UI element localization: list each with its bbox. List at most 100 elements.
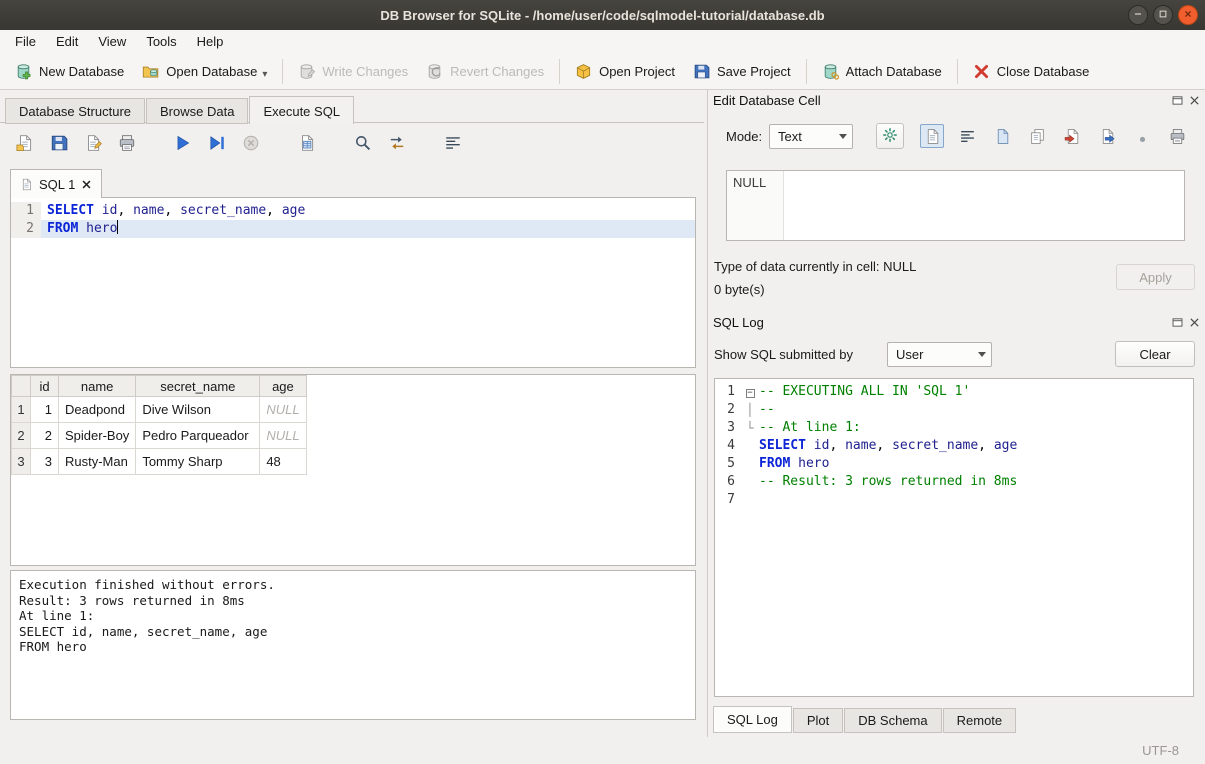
fold-margin[interactable] — [741, 491, 759, 509]
log-line: 5FROM hero — [715, 455, 1193, 473]
close-window-icon — [1182, 8, 1194, 23]
editor-code[interactable]: FROM hero — [41, 220, 695, 238]
fold-margin[interactable]: │ — [741, 401, 759, 419]
column-header-id[interactable]: id — [31, 376, 59, 397]
execute-line-button[interactable] — [206, 132, 228, 154]
results-area: idnamesecret_nameage11DeadpondDive Wilso… — [10, 374, 696, 566]
table-cell[interactable]: 2 — [31, 423, 59, 449]
table-cell[interactable]: 1 — [31, 397, 59, 423]
column-header-secret-name[interactable]: secret_name — [136, 376, 260, 397]
export-results-button[interactable] — [296, 132, 318, 154]
table-cell[interactable]: Spider-Boy — [59, 423, 136, 449]
sql-log-view[interactable]: 1−-- EXECUTING ALL IN 'SQL 1'2│--3└-- At… — [714, 378, 1194, 697]
chevron-down-icon — [839, 134, 847, 139]
editor-code[interactable]: SELECT id, name, secret_name, age — [41, 202, 695, 220]
tab-plot[interactable]: Plot — [793, 708, 843, 733]
fold-margin[interactable]: − — [741, 383, 759, 401]
table-cell[interactable]: Pedro Parqueador — [136, 423, 260, 449]
fold-margin[interactable] — [741, 437, 759, 455]
close-panel-icon[interactable] — [1188, 316, 1201, 329]
code-token: name — [133, 203, 164, 218]
open-sql-file-button[interactable] — [14, 132, 36, 154]
execute-all-button[interactable] — [172, 132, 194, 154]
dropdown-caret-icon[interactable]: ▾ — [262, 63, 267, 80]
save-sql-as-button[interactable] — [82, 132, 104, 154]
fold-collapse-icon[interactable]: − — [746, 389, 755, 398]
fold-margin[interactable] — [741, 455, 759, 473]
close-database-button[interactable]: Close Database — [964, 58, 1099, 85]
float-panel-icon[interactable] — [1171, 94, 1184, 107]
open-project-button[interactable]: Open Project — [566, 58, 684, 85]
code-token: id — [814, 438, 830, 453]
minimize-button[interactable] — [1128, 5, 1148, 25]
code-token: , — [117, 203, 133, 218]
apply-button[interactable]: Apply — [1116, 264, 1195, 290]
column-header-name[interactable]: name — [59, 376, 136, 397]
attach-database-icon — [822, 63, 839, 80]
sql-log-filter-row: Show SQL submitted by User Clear — [714, 340, 1195, 368]
revert-changes-button-label: Revert Changes — [450, 64, 544, 79]
line-number: 2 — [11, 220, 41, 238]
find-button[interactable] — [352, 132, 374, 154]
fold-margin[interactable] — [741, 473, 759, 491]
close-panel-icon[interactable] — [1188, 94, 1201, 107]
tab-browse-data[interactable]: Browse Data — [146, 98, 248, 124]
table-cell[interactable]: NULL — [260, 397, 306, 423]
menu-edit[interactable]: Edit — [46, 31, 88, 52]
replace-button[interactable] — [386, 132, 408, 154]
code-token: -- — [759, 402, 775, 417]
open-database-icon — [142, 63, 159, 80]
float-panel-icon[interactable] — [1171, 316, 1184, 329]
open-external-button[interactable] — [990, 124, 1014, 148]
tab-remote[interactable]: Remote — [943, 708, 1017, 733]
fold-margin[interactable]: └ — [741, 419, 759, 437]
apply-button-label: Apply — [1139, 270, 1172, 285]
table-cell[interactable]: Dive Wilson — [136, 397, 260, 423]
set-null-button[interactable] — [1130, 124, 1154, 148]
menu-tools[interactable]: Tools — [136, 31, 186, 52]
tab-db-schema[interactable]: DB Schema — [844, 708, 941, 733]
text-view-button[interactable] — [920, 124, 944, 148]
new-database-button[interactable]: New Database — [6, 58, 133, 85]
copy-cell-button[interactable] — [1025, 124, 1049, 148]
table-cell[interactable]: Rusty-Man — [59, 449, 136, 475]
clear-button[interactable]: Clear — [1115, 341, 1195, 367]
tab-database-structure[interactable]: Database Structure — [5, 98, 145, 124]
menu-view[interactable]: View — [88, 31, 136, 52]
import-cell-button[interactable] — [1060, 124, 1084, 148]
print-cell-button[interactable] — [1165, 124, 1189, 148]
tab-execute-sql[interactable]: Execute SQL — [249, 96, 354, 124]
table-cell[interactable]: Deadpond — [59, 397, 136, 423]
log-line: 1−-- EXECUTING ALL IN 'SQL 1' — [715, 383, 1193, 401]
code-token: hero — [86, 221, 117, 236]
word-wrap-button[interactable] — [442, 132, 464, 154]
print-sql-button[interactable] — [116, 132, 138, 154]
mode-select[interactable]: Text — [769, 124, 853, 149]
log-source-select[interactable]: User — [887, 342, 992, 367]
close-window-button[interactable] — [1178, 5, 1198, 25]
table-cell[interactable]: NULL — [260, 423, 306, 449]
table-row: 22Spider-BoyPedro ParqueadorNULL — [12, 423, 307, 449]
maximize-button[interactable] — [1153, 5, 1173, 25]
export-cell-button[interactable] — [1095, 124, 1119, 148]
save-project-button[interactable]: Save Project — [684, 58, 800, 85]
cell-editor-body[interactable] — [784, 171, 1184, 240]
menu-file[interactable]: File — [5, 31, 46, 52]
table-cell[interactable]: 3 — [31, 449, 59, 475]
table-cell[interactable]: Tommy Sharp — [136, 449, 260, 475]
save-sql-file-button[interactable] — [48, 132, 70, 154]
table-cell[interactable]: 48 — [260, 449, 306, 475]
tab-sql-log[interactable]: SQL Log — [713, 706, 792, 733]
sql-log-lines: 1−-- EXECUTING ALL IN 'SQL 1'2│--3└-- At… — [715, 383, 1193, 509]
sql-editor[interactable]: 1SELECT id, name, secret_name, age2FROM … — [10, 197, 696, 368]
right-panel: Edit Database Cell Mode: Text NULL Type … — [707, 90, 1205, 737]
cell-editor[interactable]: NULL — [726, 170, 1185, 241]
mode-settings-button[interactable] — [876, 123, 904, 149]
sql-editor-tab[interactable]: SQL 1 — [10, 169, 102, 198]
menu-help[interactable]: Help — [187, 31, 234, 52]
close-tab-icon[interactable] — [81, 179, 92, 190]
open-database-button[interactable]: Open Database▾ — [133, 58, 276, 85]
column-header-age[interactable]: age — [260, 376, 306, 397]
word-wrap-button[interactable] — [955, 124, 979, 148]
attach-database-button[interactable]: Attach Database — [813, 58, 951, 85]
